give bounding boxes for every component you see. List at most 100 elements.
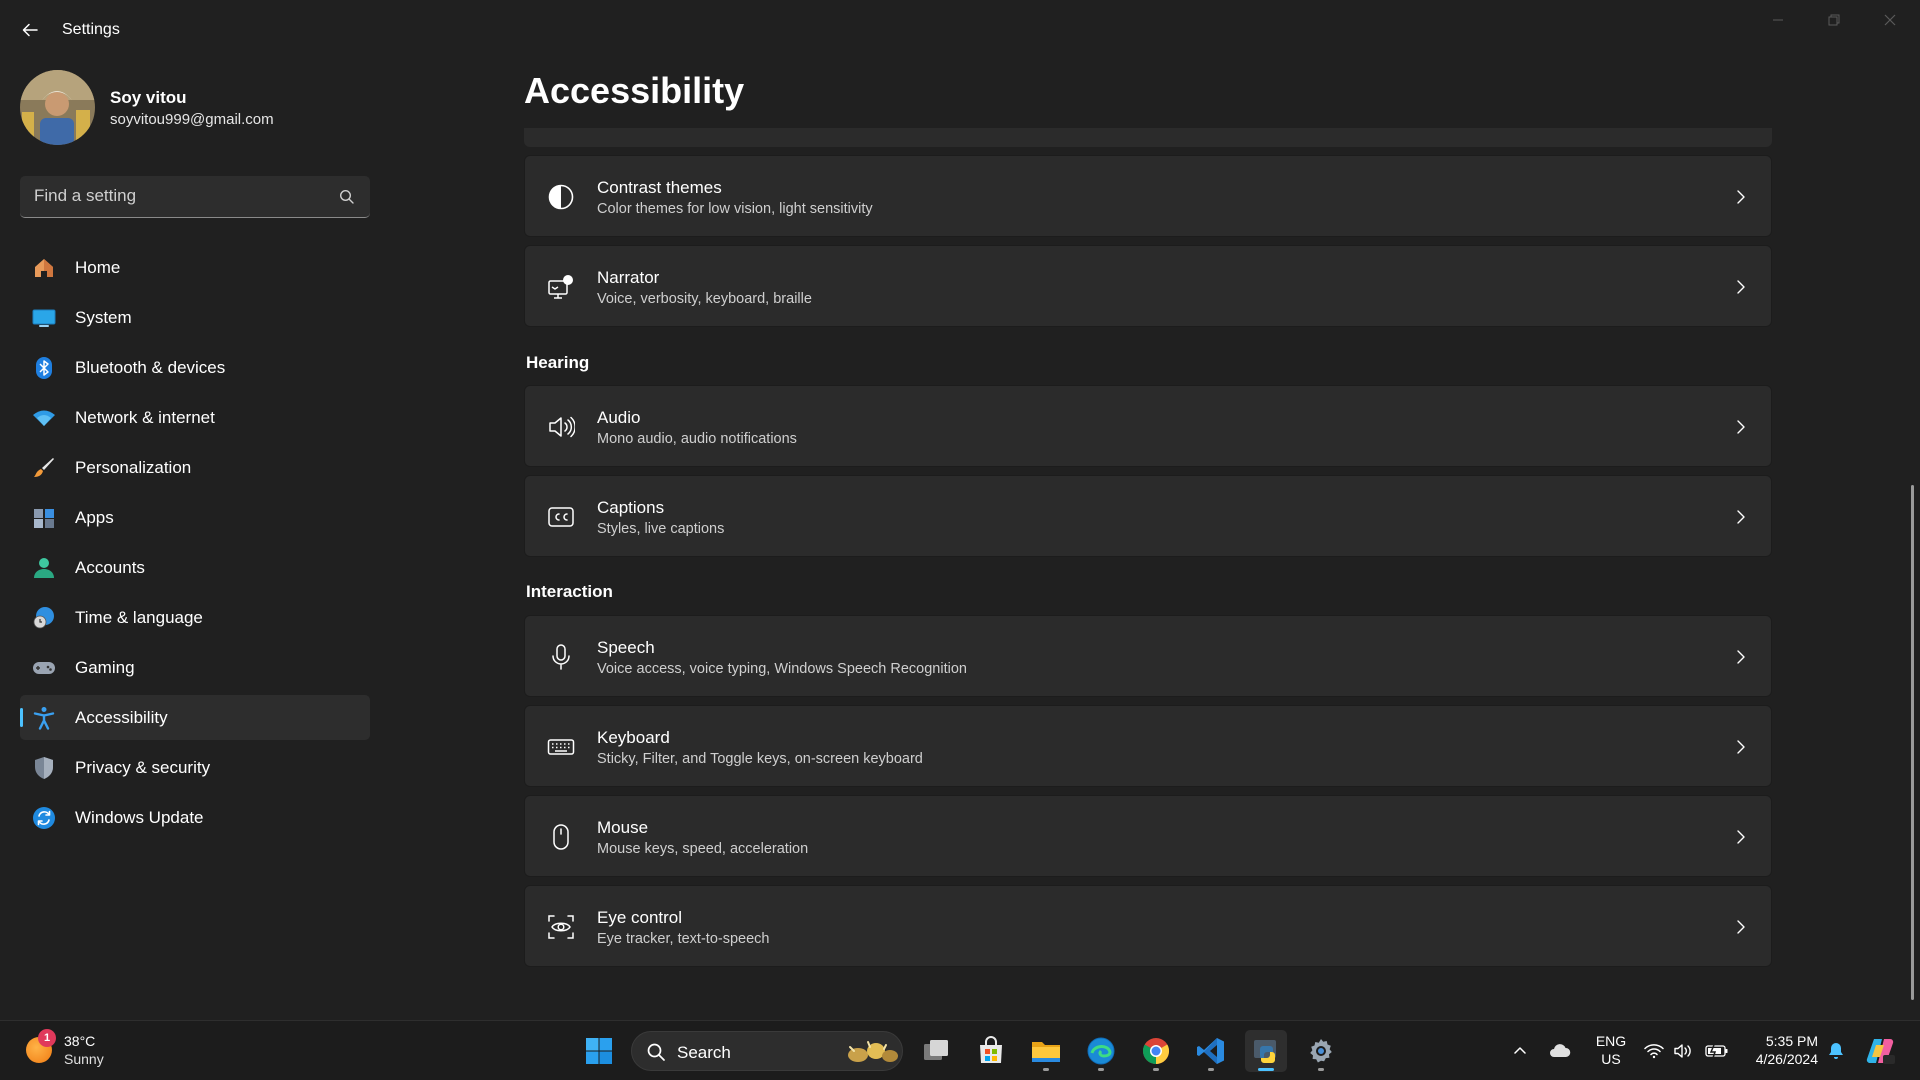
card-description: Color themes for low vision, light sensi… (597, 201, 873, 217)
vscode-button[interactable] (1190, 1030, 1232, 1072)
sidebar-item-windows-update[interactable]: Windows Update (20, 795, 370, 840)
close-button[interactable] (1862, 0, 1918, 40)
page-title: Accessibility (524, 70, 745, 111)
setting-card-eye-control[interactable]: Eye control Eye tracker, text-to-speech (524, 885, 1772, 967)
card-title: Narrator (597, 268, 660, 287)
sidebar-item-label: Apps (75, 507, 114, 527)
sidebar-item-privacy[interactable]: Privacy & security (20, 745, 370, 790)
card-title: Speech (597, 638, 655, 657)
sidebar-item-label: Privacy & security (75, 757, 211, 777)
sidebar-item-bluetooth[interactable]: Bluetooth & devices (20, 345, 370, 390)
card-description: Mono audio, audio notifications (597, 431, 797, 447)
task-view-button[interactable] (915, 1030, 957, 1072)
sidebar-nav: Home System Bluetooth & devices Network … (20, 245, 370, 845)
sidebar-item-label: Accounts (75, 557, 145, 577)
sidebar-item-label: Windows Update (75, 807, 204, 827)
setting-card-contrast-themes[interactable]: Contrast themes Color themes for low vis… (524, 155, 1772, 237)
update-icon (32, 806, 56, 830)
running-indicator (1153, 1068, 1159, 1071)
eye-control-icon (545, 911, 577, 943)
search-highlight-icon (842, 1037, 900, 1067)
card-description: Eye tracker, text-to-speech (597, 931, 770, 947)
captions-icon (545, 501, 577, 533)
setting-card-mouse[interactable]: Mouse Mouse keys, speed, acceleration (524, 795, 1772, 877)
card-description: Styles, live captions (597, 521, 725, 537)
onedrive-button[interactable] (1546, 1021, 1574, 1080)
search-input[interactable] (20, 176, 320, 216)
search-icon[interactable] (338, 188, 356, 206)
setting-card-keyboard[interactable]: Keyboard Sticky, Filter, and Toggle keys… (524, 705, 1772, 787)
chevron-right-icon (1731, 417, 1751, 437)
back-button[interactable] (14, 14, 46, 46)
minimize-button[interactable] (1750, 0, 1806, 40)
microsoft-store-button[interactable] (970, 1030, 1012, 1072)
show-hidden-icons-button[interactable] (1508, 1021, 1532, 1080)
sidebar-item-accounts[interactable]: Accounts (20, 545, 370, 590)
battery-button[interactable] (1703, 1021, 1731, 1080)
sidebar-item-label: Accessibility (75, 707, 168, 727)
setting-card-speech[interactable]: Speech Voice access, voice typing, Windo… (524, 615, 1772, 697)
weather-widget[interactable]: 1 38°C Sunny (24, 1029, 134, 1073)
user-profile[interactable]: Soy vitou soyvitou999@gmail.com (20, 70, 380, 146)
sidebar-item-personalization[interactable]: Personalization (20, 445, 370, 490)
clock-date: 4/26/2024 (1755, 1051, 1818, 1067)
sidebar-item-label: Gaming (75, 657, 135, 677)
sidebar-item-accessibility[interactable]: Accessibility (20, 695, 370, 740)
settings-app-button[interactable] (1300, 1030, 1342, 1072)
section-heading-interaction: Interaction (526, 582, 613, 601)
region-code: US (1601, 1051, 1621, 1067)
file-explorer-button[interactable] (1025, 1030, 1067, 1072)
task-view-icon (924, 1040, 948, 1060)
chevron-up-icon (1514, 1047, 1526, 1054)
sidebar-item-system[interactable]: System (20, 295, 370, 340)
setting-card-narrator[interactable]: Narrator Voice, verbosity, keyboard, bra… (524, 245, 1772, 327)
clock[interactable]: 5:35 PM 4/26/2024 (1746, 1032, 1818, 1068)
sidebar-item-network[interactable]: Network & internet (20, 395, 370, 440)
accounts-icon (32, 556, 56, 580)
card-title: Eye control (597, 908, 683, 927)
folder-icon (1032, 1042, 1060, 1062)
python-app-button[interactable] (1245, 1030, 1287, 1072)
sidebar-item-label: Home (75, 257, 121, 277)
sidebar-item-apps[interactable]: Apps (20, 495, 370, 540)
weather-condition: Sunny (64, 1051, 104, 1067)
narrator-icon (545, 271, 577, 303)
card-title: Captions (597, 498, 665, 517)
store-icon (980, 1036, 1002, 1063)
start-button[interactable] (578, 1030, 620, 1072)
sidebar-item-label: Network & internet (75, 407, 215, 427)
gamepad-icon (32, 656, 56, 680)
card-description: Voice, verbosity, keyboard, braille (597, 291, 812, 307)
setting-card-audio[interactable]: Audio Mono audio, audio notifications (524, 385, 1772, 467)
sidebar-item-gaming[interactable]: Gaming (20, 645, 370, 690)
maximize-button[interactable] (1806, 0, 1862, 40)
speaker-icon (545, 411, 577, 443)
language-indicator[interactable]: ENG US (1594, 1032, 1628, 1068)
volume-button[interactable] (1671, 1021, 1695, 1080)
chevron-right-icon (1731, 917, 1751, 937)
brush-icon (32, 456, 56, 480)
vscode-icon (1197, 1038, 1224, 1064)
taskbar-search[interactable]: Search (631, 1031, 903, 1071)
clock-time: 5:35 PM (1765, 1033, 1818, 1049)
copilot-button[interactable] (1862, 1021, 1898, 1080)
edge-button[interactable] (1080, 1030, 1122, 1072)
copilot-icon (1866, 1038, 1895, 1064)
section-heading-hearing: Hearing (526, 353, 590, 372)
minimize-icon (1773, 19, 1783, 21)
wifi-icon (32, 406, 56, 430)
settings-search[interactable] (20, 176, 370, 218)
sidebar-item-home[interactable]: Home (20, 245, 370, 290)
sidebar-item-time-language[interactable]: Time & language (20, 595, 370, 640)
contrast-icon (545, 181, 577, 213)
avatar[interactable] (20, 70, 95, 145)
chrome-button[interactable] (1135, 1030, 1177, 1072)
sidebar-item-label: Time & language (75, 607, 203, 627)
setting-card-captions[interactable]: Captions Styles, live captions (524, 475, 1772, 557)
partial-card[interactable] (524, 128, 1772, 147)
notifications-button[interactable] (1824, 1021, 1848, 1080)
running-indicator (1098, 1068, 1104, 1071)
notification-badge: 1 (38, 1029, 56, 1047)
wifi-status-button[interactable] (1642, 1021, 1666, 1080)
vertical-scrollbar[interactable] (1911, 485, 1914, 1000)
